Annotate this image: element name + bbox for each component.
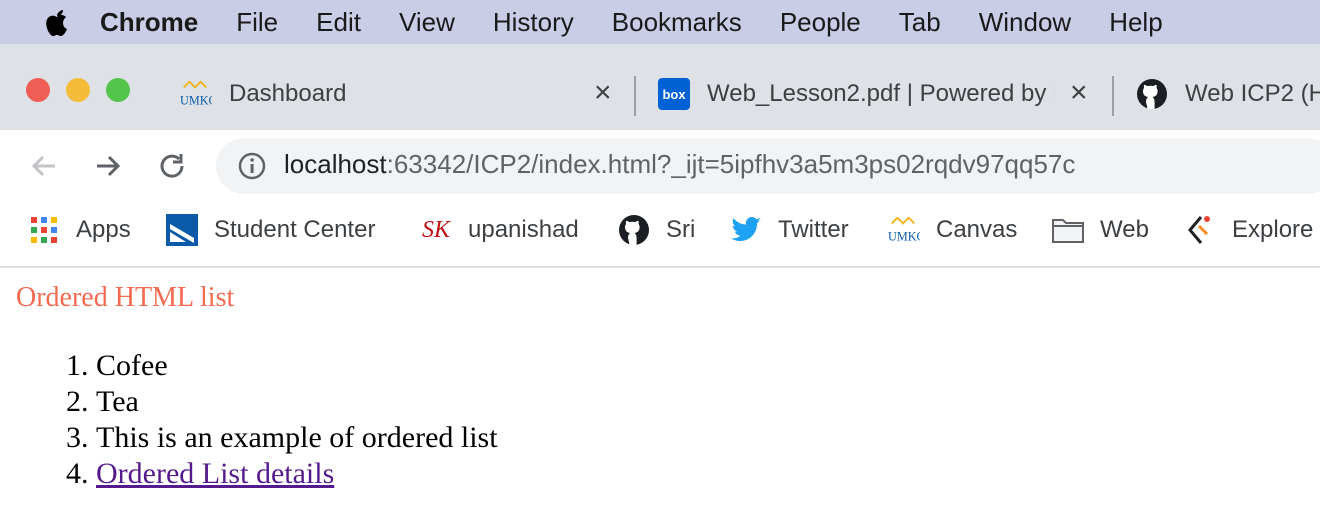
reload-icon[interactable]	[156, 150, 188, 182]
menu-bookmarks[interactable]: Bookmarks	[612, 7, 742, 38]
menu-help[interactable]: Help	[1109, 7, 1162, 38]
list-item-text: Tea	[96, 385, 139, 418]
menu-tab[interactable]: Tab	[899, 7, 941, 38]
url-host: localhost	[284, 149, 387, 179]
page-heading: Ordered HTML list	[16, 282, 235, 313]
list-item: This is an example of ordered list	[96, 420, 498, 456]
menu-app-chrome[interactable]: Chrome	[100, 7, 198, 38]
umkc-logo-icon: UMKC	[180, 78, 212, 110]
site-info-icon[interactable]	[236, 150, 268, 182]
menu-view[interactable]: View	[399, 7, 455, 38]
bookmark-student-center[interactable]: Student Center	[166, 212, 375, 248]
tab-separator	[1112, 76, 1114, 116]
list-item-text: This is an example of ordered list	[96, 421, 498, 454]
bookmark-twitter[interactable]: Twitter	[730, 212, 849, 248]
svg-text:UMKC: UMKC	[888, 229, 920, 243]
bookmark-web-folder[interactable]: Web	[1052, 212, 1149, 248]
menu-edit[interactable]: Edit	[316, 7, 361, 38]
close-window-button[interactable]	[26, 78, 50, 102]
svg-text:UMKC: UMKC	[180, 93, 212, 107]
minimize-window-button[interactable]	[66, 78, 90, 102]
tab-title: Web ICP2 (H	[1185, 80, 1320, 107]
bookmark-label: Canvas	[936, 216, 1018, 243]
umkc-logo-icon: UMKC	[888, 214, 920, 246]
github-icon	[1136, 78, 1168, 110]
tab-title: Dashboard	[229, 80, 347, 107]
sk-logo-icon: SK	[421, 216, 450, 243]
url-text[interactable]: localhost:63342/ICP2/index.html?_ijt=5ip…	[284, 149, 1075, 180]
ordered-list-details-link[interactable]: Ordered List details	[96, 457, 334, 490]
tab-separator	[634, 76, 636, 116]
maximize-window-button[interactable]	[106, 78, 130, 102]
tab-dashboard[interactable]: UMKC Dashboard ×	[180, 58, 620, 130]
bookmark-label: Student Center	[214, 216, 376, 243]
box-icon: box	[658, 78, 690, 110]
list-item-text: Cofee	[96, 349, 168, 382]
apps-grid-icon	[28, 214, 60, 246]
menu-window[interactable]: Window	[979, 7, 1071, 38]
macos-menu-bar: Chrome File Edit View History Bookmarks …	[0, 0, 1320, 44]
bookmark-label: upanishad	[468, 216, 579, 243]
bookmark-sri[interactable]: Sri	[618, 212, 695, 248]
menu-people[interactable]: People	[780, 7, 861, 38]
menu-file[interactable]: File	[236, 7, 278, 38]
tab-web-icp2[interactable]: Web ICP2 (H	[1136, 58, 1320, 130]
bookmark-label: Web	[1100, 216, 1149, 243]
student-center-icon	[166, 214, 198, 246]
explore-icon	[1184, 214, 1216, 246]
bookmark-label: Apps	[76, 216, 131, 243]
bookmark-apps[interactable]: Apps	[28, 212, 131, 248]
list-item: Tea	[96, 384, 498, 420]
bookmark-label: Explore	[1232, 216, 1314, 243]
bookmark-label: Sri	[666, 216, 696, 243]
bookmark-label: Twitter	[778, 216, 849, 243]
ordered-list: Cofee Tea This is an example of ordered …	[0, 348, 498, 492]
close-tab-icon[interactable]: ×	[1070, 76, 1088, 110]
bookmark-explore[interactable]: Explore	[1184, 212, 1313, 248]
bookmark-upanishad[interactable]: SK upanishad	[420, 212, 579, 248]
tab-web-lesson2-pdf[interactable]: box Web_Lesson2.pdf | Powered by Box ×	[658, 58, 1098, 130]
menu-history[interactable]: History	[493, 7, 574, 38]
list-item: Ordered List details	[96, 456, 498, 492]
url-path: :63342/ICP2/index.html?_ijt=5ipfhv3a5m3p…	[386, 149, 1076, 179]
github-icon	[618, 214, 650, 246]
close-tab-icon[interactable]: ×	[594, 76, 612, 110]
twitter-icon	[730, 214, 762, 246]
tab-title: Web_Lesson2.pdf | Powered by Box	[707, 80, 1055, 107]
apple-logo-icon[interactable]	[42, 7, 72, 37]
folder-icon	[1052, 214, 1084, 246]
back-arrow-icon[interactable]	[28, 150, 60, 182]
list-item: Cofee	[96, 348, 498, 384]
forward-arrow-icon[interactable]	[92, 150, 124, 182]
bookmark-canvas[interactable]: UMKC Canvas	[888, 212, 1017, 248]
